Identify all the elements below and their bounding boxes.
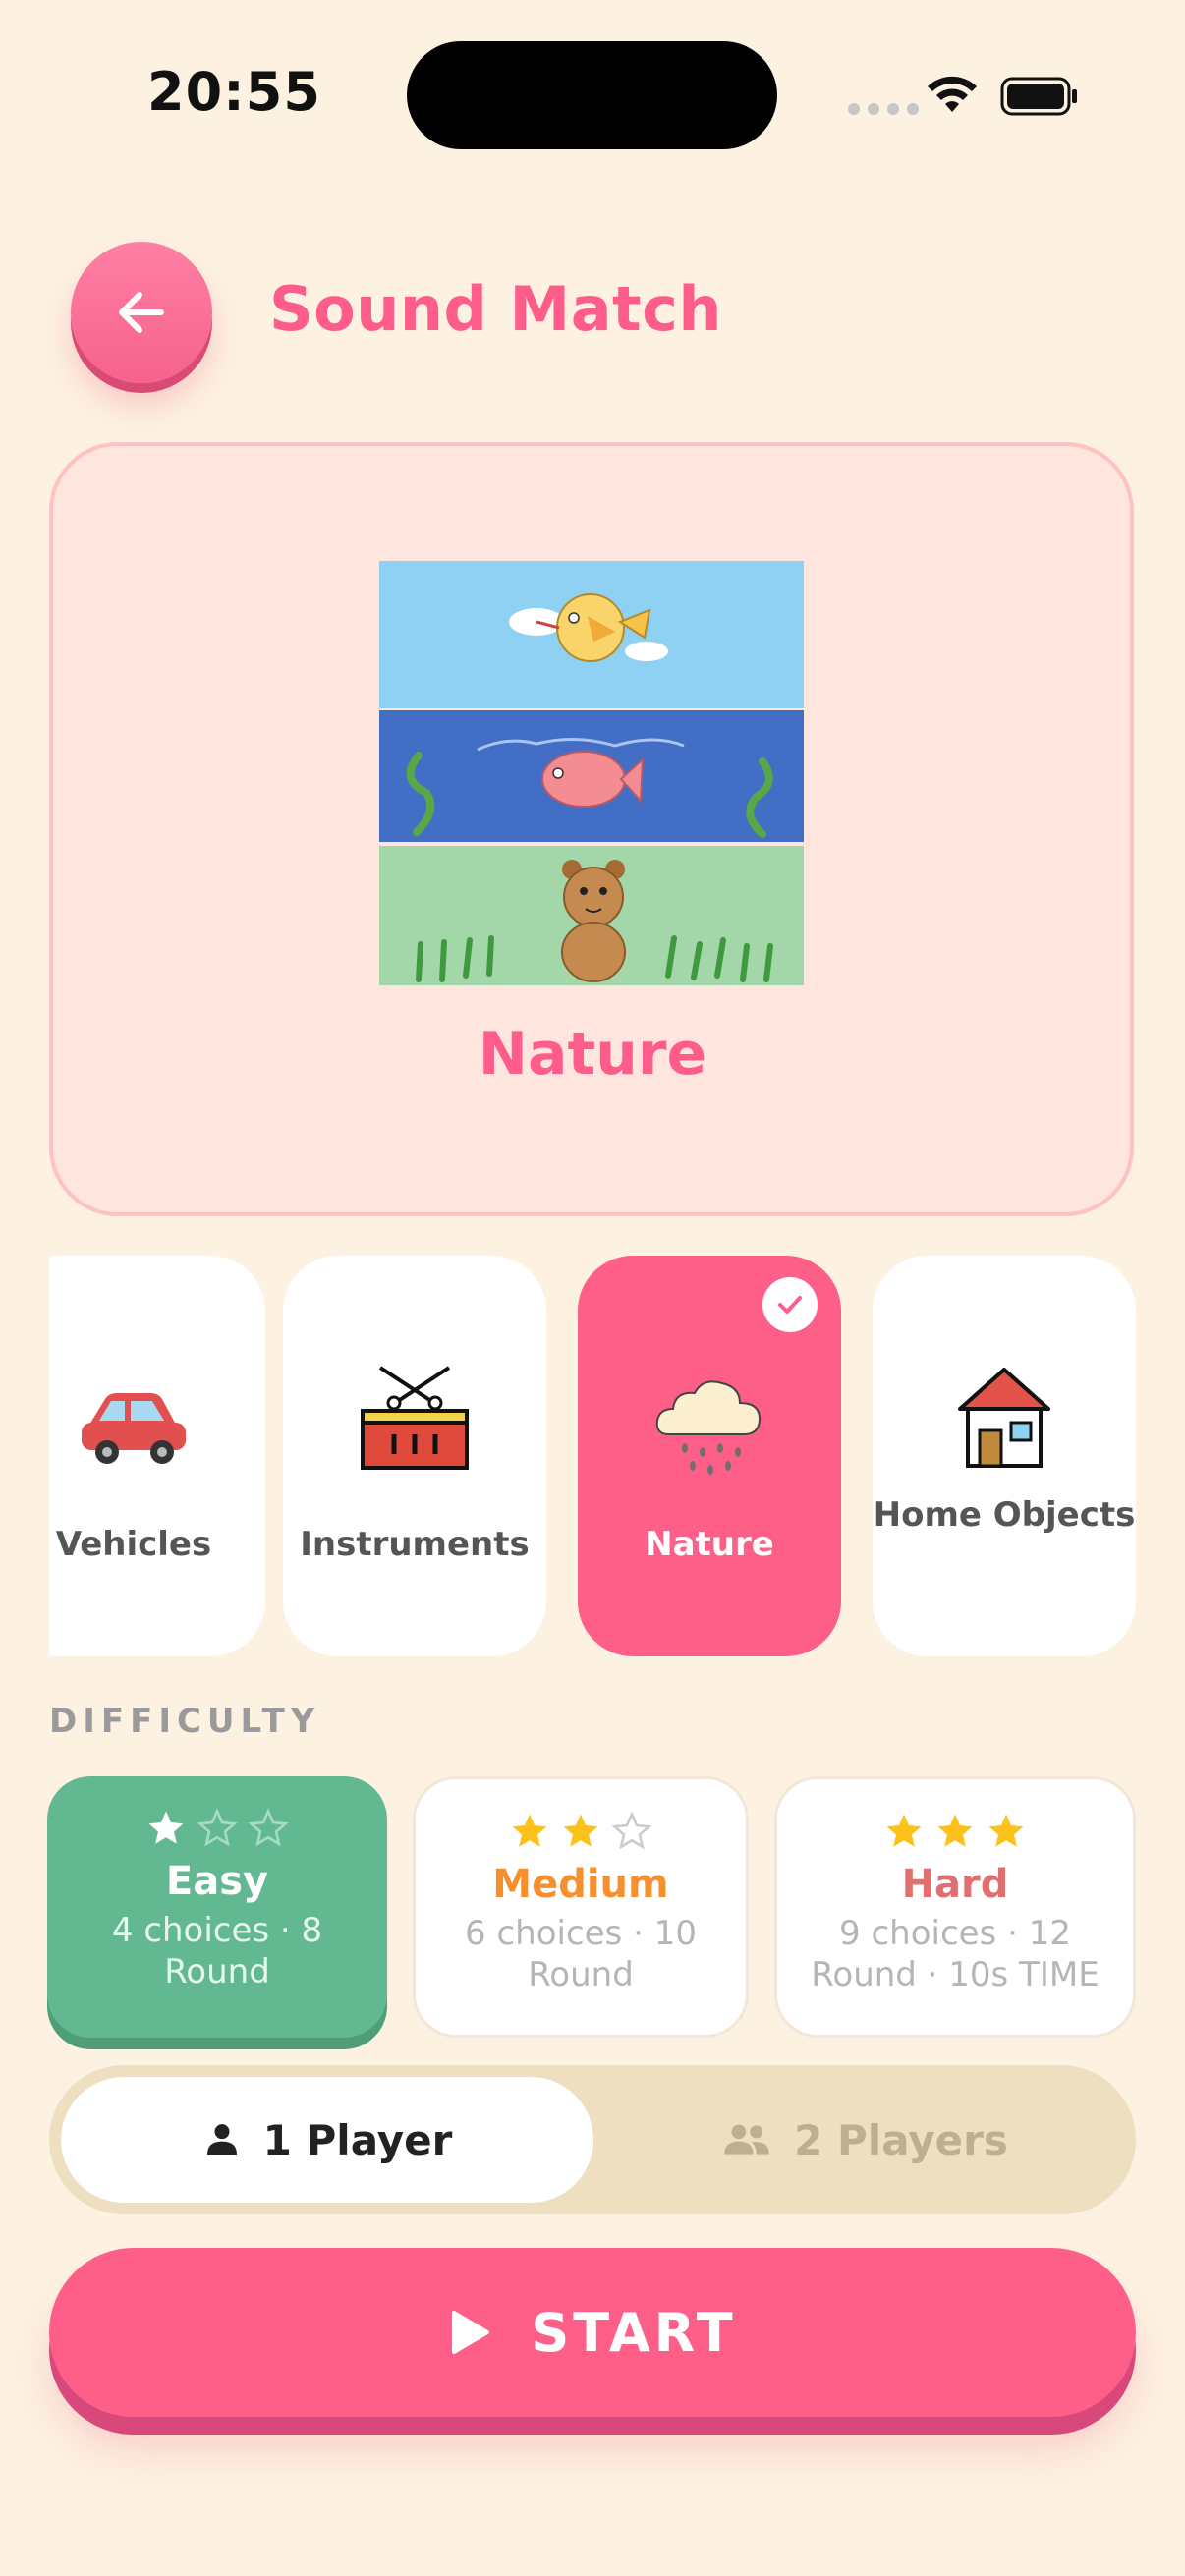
star-filled-icon (148, 1811, 184, 1844)
category-card-instruments[interactable]: Instruments (283, 1256, 546, 1656)
house-icon (958, 1368, 1050, 1468)
star-filled-icon (512, 1814, 547, 1847)
back-button[interactable] (71, 242, 212, 383)
preview-category-name: Nature (478, 1020, 707, 1089)
star-filled-icon (988, 1814, 1024, 1847)
star-empty-icon (197, 1808, 238, 1847)
status-time: 20:55 (147, 61, 321, 123)
category-label: Instruments (300, 1525, 530, 1564)
car-icon (82, 1393, 186, 1464)
start-label: START (531, 2301, 737, 2364)
page-title: Sound Match (269, 273, 723, 345)
start-button[interactable]: START (49, 2248, 1136, 2417)
category-card-nature[interactable]: Nature (578, 1256, 841, 1656)
one-player-label: 1 Player (262, 2115, 453, 2164)
difficulty-option-hard[interactable]: Hard 9 choices · 12 Round · 10s TIME (774, 1776, 1136, 2038)
play-icon (452, 2311, 490, 2354)
difficulty-description: 4 choices · 8 Round (111, 1911, 323, 1991)
difficulty-option-medium[interactable]: Medium 6 choices · 10 Round (413, 1776, 749, 2038)
star-rating (416, 1811, 746, 1856)
category-label: Home Objects (873, 1495, 1136, 1535)
selected-check-icon (762, 1277, 818, 1332)
star-filled-icon (937, 1814, 973, 1847)
star-filled-icon (563, 1814, 598, 1847)
difficulty-name: Easy (165, 1859, 269, 1904)
star-filled-icon (886, 1814, 922, 1847)
person-icon (206, 2124, 237, 2155)
people-icon (724, 2124, 769, 2155)
star-rating (777, 1811, 1133, 1856)
category-carousel[interactable]: Vehicles Instruments Nature Home Objects (49, 1256, 1136, 1658)
arrow-left-icon (119, 292, 164, 333)
signal-icon (848, 103, 919, 115)
battery-icon (1000, 77, 1077, 116)
difficulty-name: Medium (492, 1862, 669, 1907)
nature-scene-illustration (379, 561, 804, 985)
difficulty-description: 6 choices · 10 Round (465, 1914, 697, 1994)
two-players-option[interactable]: 2 Players (609, 2077, 1120, 2203)
difficulty-name: Hard (901, 1862, 1009, 1907)
star-rating (47, 1808, 387, 1853)
category-label: Vehicles (55, 1525, 212, 1564)
dynamic-island (407, 41, 777, 149)
wifi-icon (928, 76, 977, 112)
category-card-vehicles[interactable]: Vehicles (49, 1256, 265, 1656)
star-empty-icon (611, 1811, 652, 1850)
rain-cloud-icon (655, 1380, 762, 1475)
difficulty-heading: DIFFICULTY (49, 1702, 321, 1741)
one-player-option[interactable]: 1 Player (61, 2077, 593, 2203)
player-mode-toggle: 1 Player 2 Players (49, 2065, 1136, 2214)
difficulty-option-easy[interactable]: Easy 4 choices · 8 Round (47, 1776, 387, 2038)
difficulty-description: 9 choices · 12 Round · 10s TIME (811, 1914, 1100, 1994)
drum-icon (361, 1366, 469, 1470)
two-players-label: 2 Players (794, 2115, 1008, 2164)
category-label: Nature (645, 1525, 774, 1564)
star-empty-icon (248, 1808, 289, 1847)
category-card-home-objects[interactable]: Home Objects (873, 1256, 1136, 1656)
